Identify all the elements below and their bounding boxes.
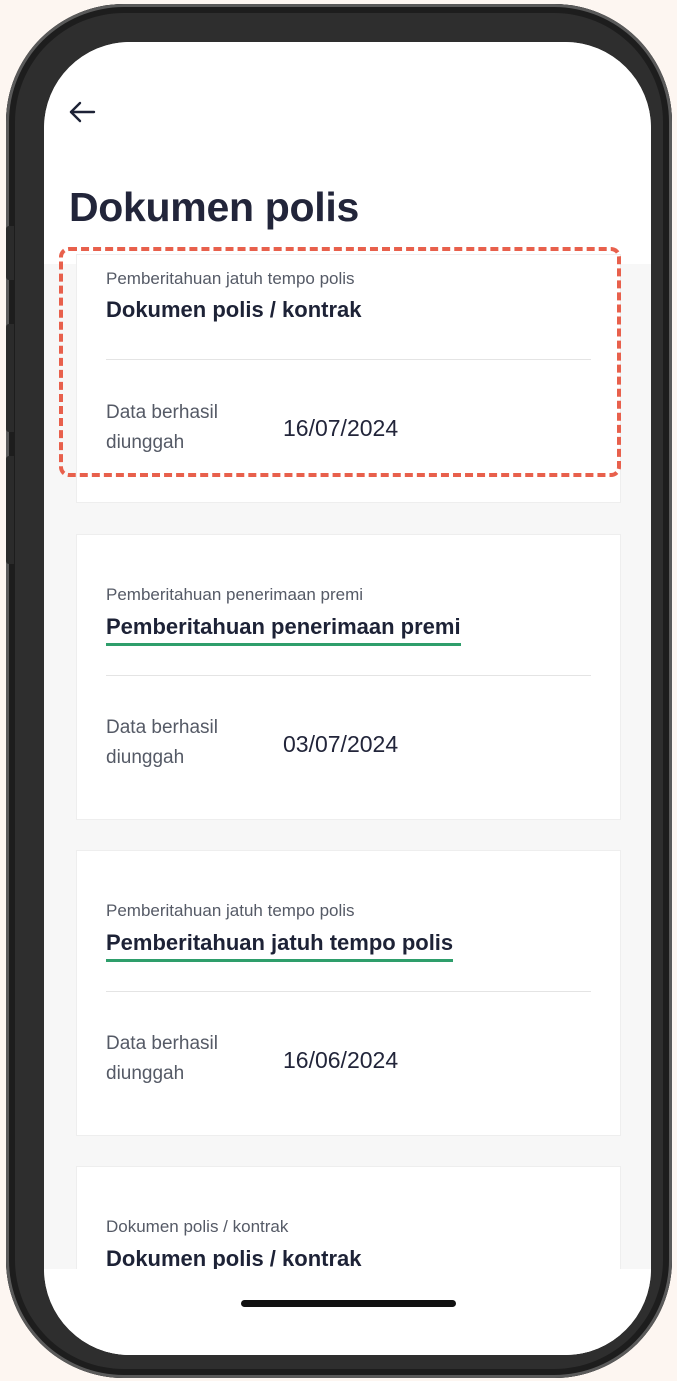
phone-side-button [6, 456, 14, 564]
document-card: Pemberitahuan penerimaan premi Pemberita… [76, 534, 621, 820]
upload-status-label: Data berhasil diunggah [106, 717, 218, 768]
document-link[interactable]: Pemberitahuan penerimaan premi [106, 614, 461, 646]
home-indicator[interactable] [241, 1300, 456, 1307]
document-card: Pemberitahuan jatuh tempo polis Pemberit… [76, 850, 621, 1136]
card-divider [106, 675, 591, 676]
upload-date: 16/06/2024 [283, 1047, 399, 1073]
app-screen: Dokumen polis Pemberitahuan jatuh tempo … [44, 42, 651, 1355]
upload-status-label: Data berhasil diunggah [106, 1033, 218, 1084]
document-type-label: Dokumen polis / kontrak [106, 1217, 289, 1236]
card-divider [106, 991, 591, 992]
arrow-left-icon [69, 101, 96, 123]
document-type-label: Pemberitahuan jatuh tempo polis [106, 901, 355, 920]
bottom-safe-area [44, 1269, 651, 1355]
phone-side-button [6, 324, 14, 432]
page-title: Dokumen polis [69, 184, 359, 230]
phone-frame: Dokumen polis Pemberitahuan jatuh tempo … [6, 4, 672, 1378]
upload-date: 03/07/2024 [283, 731, 399, 757]
document-link[interactable]: Pemberitahuan jatuh tempo polis [106, 930, 454, 962]
highlight-annotation [59, 247, 621, 477]
back-button[interactable] [64, 94, 100, 130]
phone-side-button [6, 226, 14, 280]
page-header: Dokumen polis [44, 42, 651, 264]
document-type-label: Pemberitahuan penerimaan premi [106, 585, 364, 604]
